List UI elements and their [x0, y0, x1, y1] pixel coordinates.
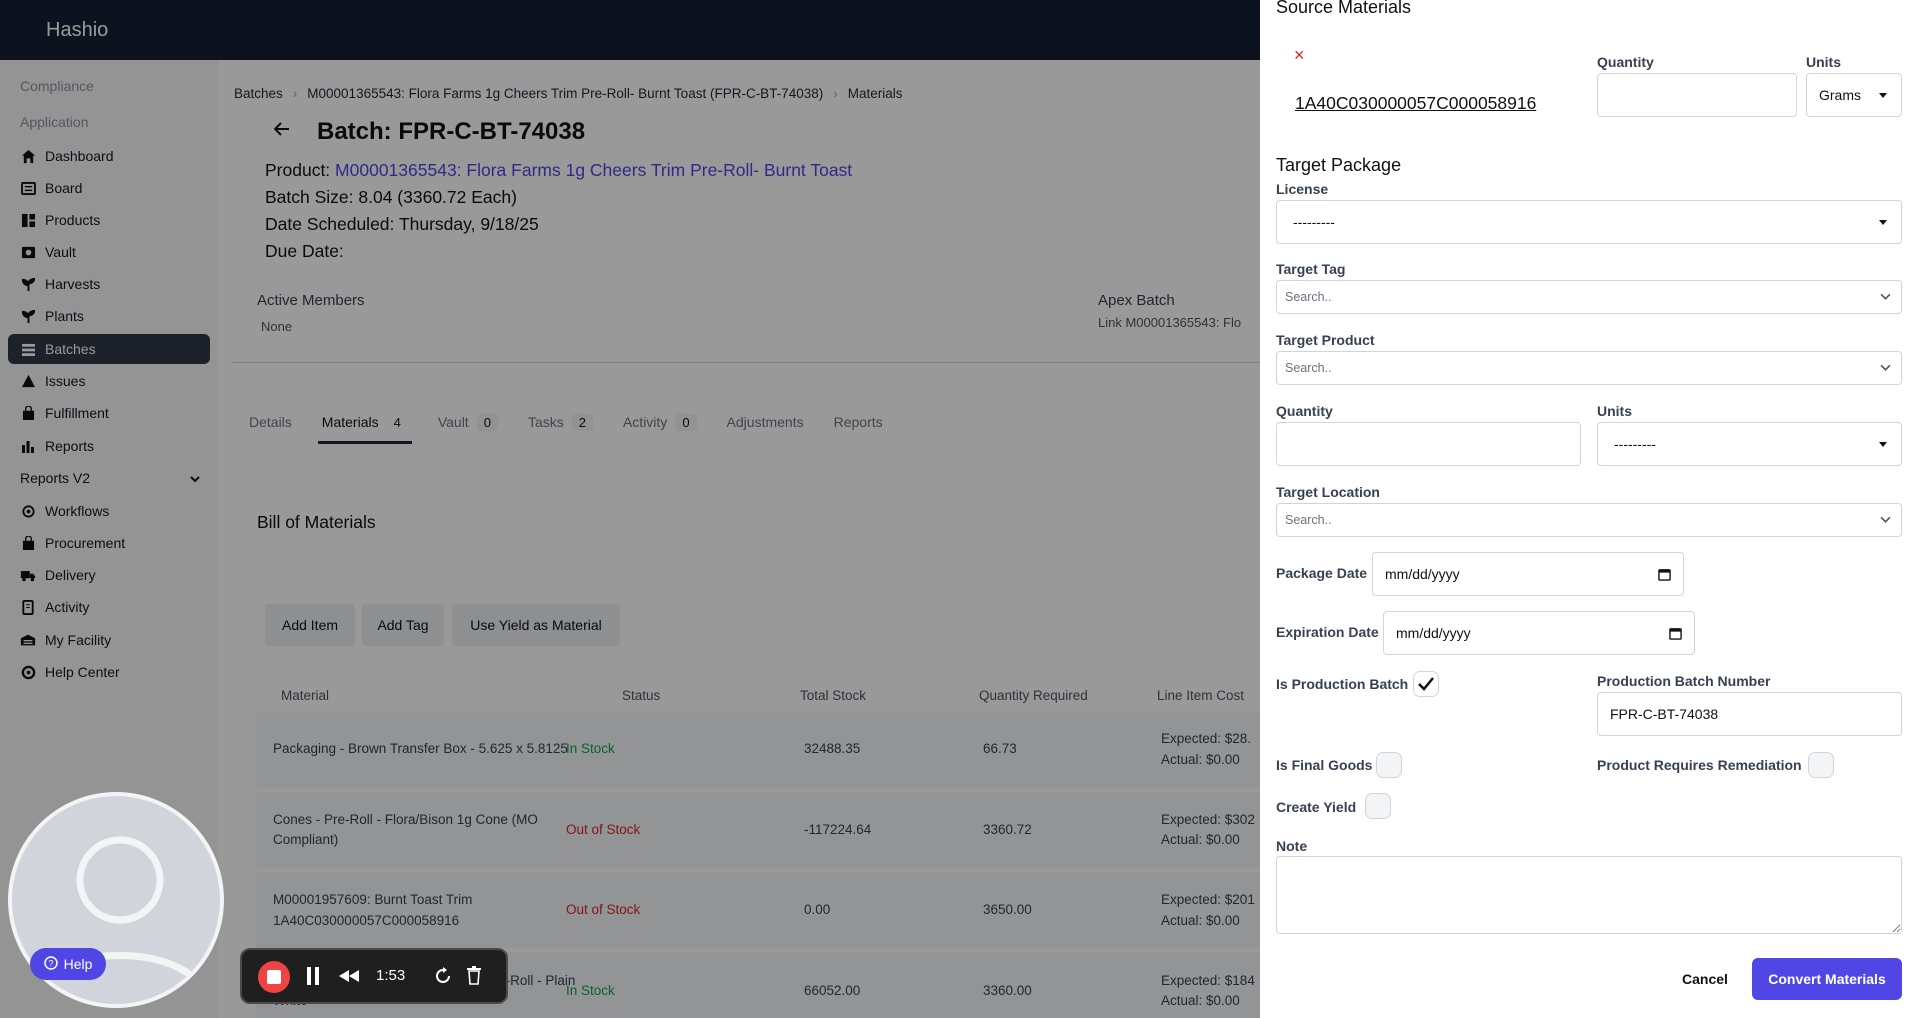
- target-tag-label: Target Tag: [1276, 261, 1346, 277]
- license-label: License: [1276, 181, 1329, 197]
- source-quantity-label: Quantity: [1597, 54, 1654, 70]
- requires-remediation-label: Product Requires Remediation: [1597, 757, 1802, 773]
- svg-text:?: ?: [48, 958, 53, 968]
- help-circle-icon: ?: [43, 955, 58, 973]
- recording-toolbar: 1:53: [240, 948, 508, 1004]
- checkmark-icon: [1418, 677, 1434, 691]
- package-date-label: Package Date: [1276, 565, 1368, 581]
- target-product-placeholder: Search..: [1285, 361, 1332, 375]
- source-units-value: Grams: [1819, 87, 1861, 103]
- remove-source-icon[interactable]: ×: [1294, 46, 1305, 64]
- chevron-down-icon: [1880, 514, 1891, 528]
- package-date-placeholder: mm/dd/yyyy: [1385, 566, 1460, 582]
- expiration-date-placeholder: mm/dd/yyyy: [1396, 625, 1471, 641]
- expiration-date-label: Expiration Date: [1276, 624, 1379, 640]
- note-textarea[interactable]: [1276, 856, 1902, 934]
- caret-down-icon: [1879, 442, 1887, 447]
- pause-icon[interactable]: [306, 966, 320, 991]
- cancel-button[interactable]: Cancel: [1668, 958, 1742, 1000]
- convert-materials-button[interactable]: Convert Materials: [1752, 958, 1902, 1000]
- production-batch-number-label: Production Batch Number: [1597, 673, 1771, 689]
- create-yield-checkbox[interactable]: [1365, 793, 1391, 819]
- rewind-icon[interactable]: [338, 969, 360, 988]
- stop-recording-button[interactable]: [258, 961, 290, 993]
- recording-time: 1:53: [376, 967, 406, 984]
- target-tag-placeholder: Search..: [1285, 290, 1332, 304]
- create-yield-label: Create Yield: [1276, 799, 1357, 815]
- target-location-search[interactable]: Search..: [1276, 503, 1902, 537]
- license-select[interactable]: ---------: [1276, 200, 1902, 244]
- requires-remediation-checkbox[interactable]: [1808, 752, 1834, 778]
- help-label: Help: [63, 956, 93, 972]
- restart-icon[interactable]: [434, 967, 452, 990]
- target-package-title: Target Package: [1276, 155, 1402, 175]
- target-product-search[interactable]: Search..: [1276, 351, 1902, 385]
- calendar-icon[interactable]: [1669, 627, 1682, 643]
- target-tag-search[interactable]: Search..: [1276, 280, 1902, 314]
- target-location-label: Target Location: [1276, 484, 1380, 500]
- source-quantity-input[interactable]: [1597, 73, 1797, 117]
- calendar-icon[interactable]: [1658, 568, 1671, 584]
- target-location-placeholder: Search..: [1285, 513, 1332, 527]
- is-production-batch-checkbox[interactable]: [1413, 671, 1439, 697]
- production-batch-number-input[interactable]: FPR-C-BT-74038: [1597, 692, 1902, 736]
- note-label: Note: [1276, 838, 1308, 854]
- help-button[interactable]: ? Help: [30, 948, 106, 980]
- is-final-goods-label: Is Final Goods: [1276, 757, 1373, 773]
- target-product-label: Target Product: [1276, 332, 1375, 348]
- target-quantity-input[interactable]: [1276, 422, 1581, 466]
- caret-down-icon: [1879, 220, 1887, 225]
- target-units-select[interactable]: ---------: [1597, 422, 1902, 466]
- chevron-down-icon: [1880, 291, 1891, 305]
- trash-icon[interactable]: [466, 965, 482, 990]
- target-units-value: ---------: [1614, 436, 1656, 452]
- source-units-select[interactable]: Grams: [1806, 73, 1902, 117]
- chevron-down-icon: [1880, 362, 1891, 376]
- source-materials-title: Source Materials: [1276, 0, 1412, 17]
- expiration-date-input[interactable]: mm/dd/yyyy: [1383, 611, 1695, 655]
- production-batch-number-value: FPR-C-BT-74038: [1610, 706, 1719, 722]
- is-final-goods-checkbox[interactable]: [1376, 752, 1402, 778]
- stop-icon: [267, 970, 281, 984]
- target-quantity-label: Quantity: [1276, 403, 1333, 419]
- is-production-batch-label: Is Production Batch: [1276, 676, 1409, 692]
- package-date-input[interactable]: mm/dd/yyyy: [1372, 552, 1684, 596]
- license-value: ---------: [1293, 214, 1335, 230]
- source-units-label: Units: [1806, 54, 1841, 70]
- caret-down-icon: [1879, 93, 1887, 98]
- target-units-label: Units: [1597, 403, 1632, 419]
- source-package-tag[interactable]: 1A40C030000057C000058916: [1295, 93, 1536, 114]
